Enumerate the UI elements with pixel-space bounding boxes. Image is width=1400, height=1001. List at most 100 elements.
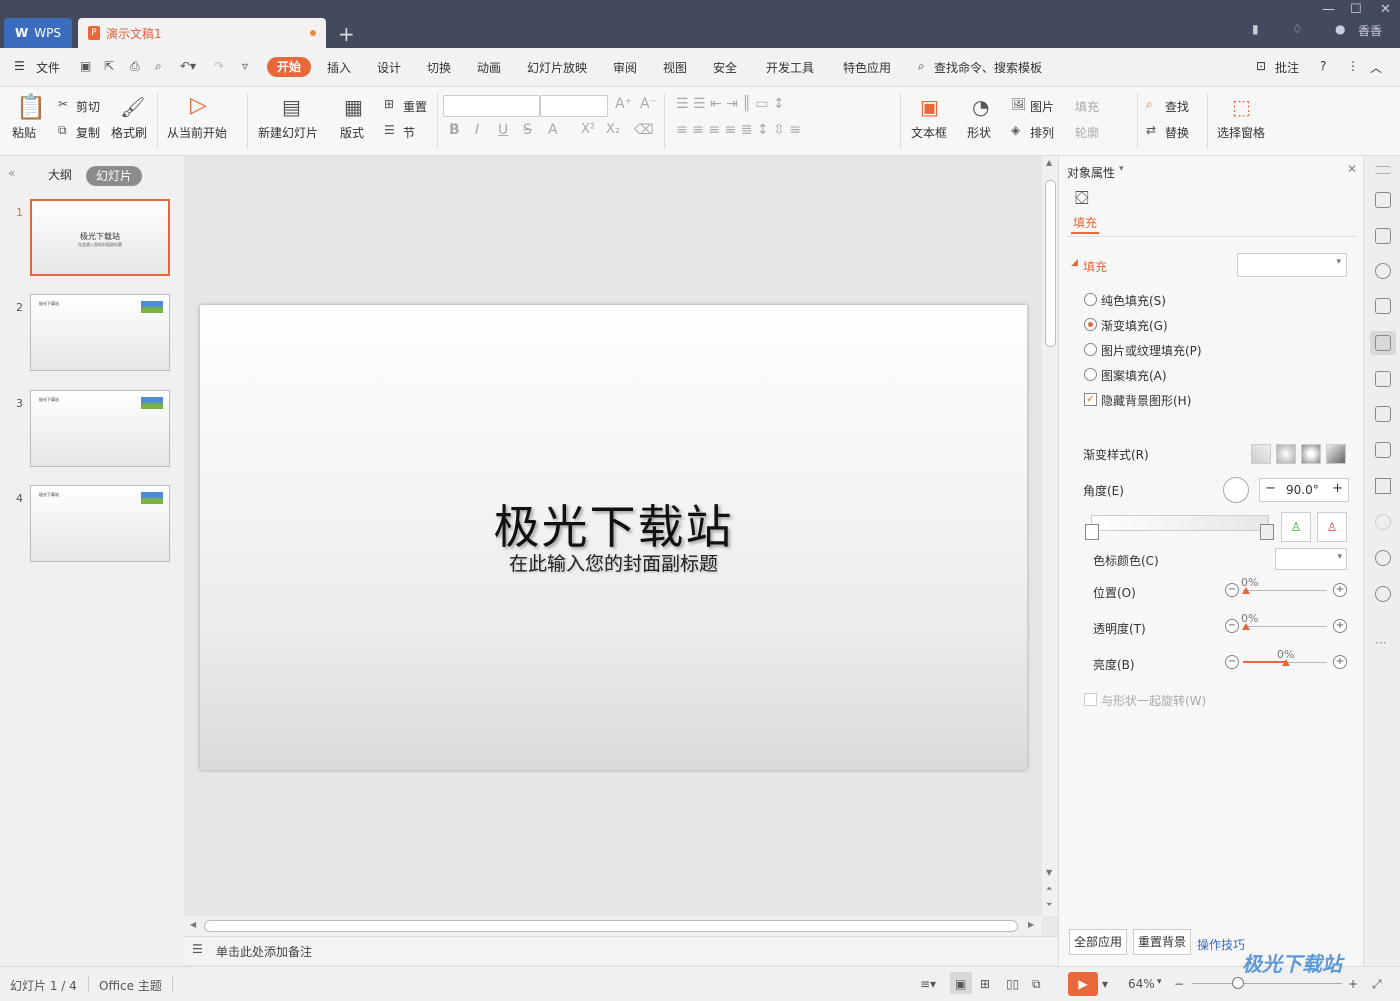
add-stop-icon[interactable]: ♙ <box>1281 512 1311 542</box>
slide-thumbnail-3[interactable]: 极光下载站 <box>30 390 170 467</box>
menu-animation[interactable]: 动画 <box>477 59 501 76</box>
scroll-thumb[interactable] <box>1045 180 1056 347</box>
font-size-select[interactable] <box>540 95 608 117</box>
plus-icon[interactable]: + <box>1332 481 1343 496</box>
slide-subtitle[interactable]: 在此输入您的封面副标题 <box>200 549 1027 576</box>
reset-background-button[interactable]: 重置背景 <box>1133 929 1191 955</box>
subscript-icon[interactable]: X₂ <box>606 122 620 137</box>
menu-developer[interactable]: 开发工具 <box>766 59 814 76</box>
notes-placeholder[interactable]: 单击此处添加备注 <box>216 943 312 960</box>
notes-pane[interactable]: ☰ 单击此处添加备注 <box>184 936 1058 965</box>
star-icon[interactable] <box>1375 192 1391 208</box>
reset-icon[interactable]: ⊞ <box>384 97 394 111</box>
menu-review[interactable]: 审阅 <box>613 59 637 76</box>
stop-color-dropdown[interactable]: ▾ <box>1275 548 1347 570</box>
cut-button[interactable]: 剪切 <box>76 98 100 115</box>
section-button[interactable]: 节 <box>403 124 415 141</box>
current-slide[interactable]: 极光下载站 在此输入您的封面副标题 <box>200 305 1027 770</box>
decrease-icon[interactable]: − <box>1225 655 1239 669</box>
comment-icon[interactable]: ⊡ <box>1256 59 1266 73</box>
close-window-icon[interactable]: ✕ <box>1380 2 1391 17</box>
checkbox-rotate-with-shape[interactable] <box>1084 693 1097 706</box>
textbox-button[interactable]: 文本框 <box>911 124 947 141</box>
slide-thumbnail-1[interactable]: 极光下载站 在此输入您的封面副标题 <box>30 199 170 276</box>
next-slide-icon[interactable]: ⏷ <box>1046 900 1052 910</box>
chevron-down-icon[interactable]: ▾ <box>1119 164 1124 174</box>
italic-icon[interactable]: I <box>475 122 479 138</box>
close-panel-icon[interactable]: ✕ <box>1347 162 1357 176</box>
gradient-path-icon[interactable] <box>1326 444 1346 464</box>
arrange-icon[interactable]: ◈ <box>1011 123 1020 137</box>
collapse-ribbon-icon[interactable]: ︿ <box>1370 59 1382 76</box>
scissors-icon[interactable]: ✂ <box>58 97 68 111</box>
tips-link[interactable]: 操作技巧 <box>1197 936 1245 953</box>
image-icon[interactable] <box>1375 442 1391 458</box>
menu-security[interactable]: 安全 <box>713 59 737 76</box>
username[interactable]: 香香 <box>1358 22 1382 39</box>
gradient-bar[interactable] <box>1091 515 1269 531</box>
comment-button[interactable]: 批注 <box>1275 59 1299 76</box>
tab-slides[interactable]: 幻灯片 <box>86 166 142 186</box>
style-icon[interactable] <box>1375 298 1391 314</box>
decrease-icon[interactable]: − <box>1225 583 1239 597</box>
help-icon[interactable] <box>1375 586 1391 602</box>
selection-pane-icon[interactable]: ⬚ <box>1232 95 1251 119</box>
wps-home-tab[interactable]: W WPS <box>4 18 72 48</box>
menu-insert[interactable]: 插入 <box>327 59 351 76</box>
slide-thumbnail-4[interactable]: 极光下载站 <box>30 485 170 562</box>
play-slideshow-button[interactable]: ▶ <box>1068 972 1098 996</box>
slider-thumb[interactable] <box>1242 587 1250 594</box>
find-button[interactable]: 查找 <box>1165 98 1189 115</box>
gradient-stop-right[interactable] <box>1260 524 1274 540</box>
format-painter-icon[interactable]: 🖌 <box>120 95 145 119</box>
zoom-dropdown-icon[interactable]: ▾ <box>1157 977 1162 987</box>
replace-icon[interactable]: ⇄ <box>1146 123 1156 137</box>
zoom-out-icon[interactable]: − <box>1174 977 1184 991</box>
gradient-stop-left[interactable] <box>1085 524 1099 540</box>
label-solid-fill[interactable]: 纯色填充(S) <box>1101 292 1166 309</box>
save-icon[interactable]: ▣ <box>80 59 91 73</box>
label-rotate-with-shape[interactable]: 与形状一起旋转(W) <box>1101 692 1206 709</box>
maximize-icon[interactable]: ☐ <box>1350 2 1362 17</box>
minus-icon[interactable]: − <box>1265 481 1276 496</box>
slider-thumb[interactable] <box>1242 623 1250 630</box>
gradient-radial-icon[interactable] <box>1276 444 1296 464</box>
command-search[interactable]: 查找命令、搜索模板 <box>934 59 1042 76</box>
print-icon[interactable]: ⎙ <box>130 59 140 74</box>
clear-format-icon[interactable]: ⌫ <box>634 122 654 138</box>
find-icon[interactable]: ⌕ <box>1146 97 1153 112</box>
play-from-current-icon[interactable]: ▷ <box>190 93 207 118</box>
scroll-right-icon[interactable]: ▶ <box>1028 920 1034 929</box>
menu-slideshow[interactable]: 幻灯片放映 <box>527 59 587 76</box>
label-gradient-fill[interactable]: 渐变填充(G) <box>1101 317 1168 334</box>
zoom-slider[interactable] <box>1192 983 1342 984</box>
reading-view-icon[interactable]: ▯▯ <box>1006 977 1019 991</box>
section-icon[interactable]: ☰ <box>384 123 395 137</box>
menu-design[interactable]: 设计 <box>377 59 401 76</box>
gradient-rect-icon[interactable] <box>1301 444 1321 464</box>
skin-icon[interactable]: ♢ <box>1292 22 1303 36</box>
avatar[interactable]: ● <box>1335 22 1345 36</box>
align-icons[interactable]: ≡ ≡ ≡ ≡ ≣ ↕ ⇳ ≡ <box>676 122 801 138</box>
scroll-left-icon[interactable]: ◀ <box>190 920 196 929</box>
layout-icon[interactable]: ▦ <box>344 95 363 119</box>
hscroll-thumb[interactable] <box>204 920 1018 932</box>
angle-dial-icon[interactable] <box>1223 477 1249 503</box>
superscript-icon[interactable]: X² <box>581 122 595 137</box>
arrange-button[interactable]: 排列 <box>1030 124 1054 141</box>
collapse-triangle-icon[interactable]: ◢ <box>1071 258 1078 268</box>
slide-thumbnail-2[interactable]: 极光下载站 <box>30 294 170 371</box>
presenter-view-icon[interactable]: ⧉ <box>1032 977 1041 992</box>
gradient-linear-icon[interactable] <box>1251 444 1271 464</box>
vertical-scrollbar[interactable]: ▲ ▼ ⏶ ⏷ <box>1042 156 1058 916</box>
search-icon[interactable]: ⌕ <box>918 59 925 74</box>
scroll-up-icon[interactable]: ▲ <box>1046 158 1052 167</box>
angle-spinner[interactable]: − 90.0° + <box>1259 478 1349 502</box>
undo-icon[interactable]: ↶▾ <box>180 59 196 73</box>
customize-toolbar-icon[interactable]: ▿ <box>242 59 248 73</box>
radio-gradient-fill[interactable] <box>1084 318 1097 331</box>
menu-view[interactable]: 视图 <box>663 59 687 76</box>
fill-color-dropdown[interactable]: ▾ <box>1237 253 1347 277</box>
transparency-slider[interactable] <box>1243 626 1327 627</box>
notes-toggle-icon[interactable]: ≡▾ <box>920 977 936 991</box>
